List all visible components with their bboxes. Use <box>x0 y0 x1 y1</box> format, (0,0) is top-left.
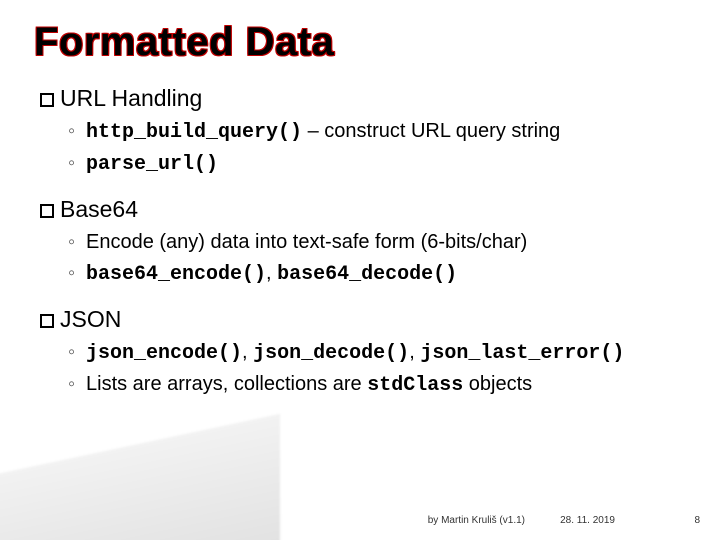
code-token: json_encode() <box>86 342 242 365</box>
footer-credit: by Martin Kruliš (v1.1) <box>428 515 525 526</box>
list-item: base64_encode(), base64_decode() <box>68 258 686 290</box>
list-item: Encode (any) data into text-safe form (6… <box>68 227 686 258</box>
code-token: http_build_query() <box>86 121 302 144</box>
code-token: json_last_error() <box>420 342 624 365</box>
code-token: base64_encode() <box>86 263 266 286</box>
text: – construct URL query string <box>302 120 560 142</box>
list-item: Lists are arrays, collections are stdCla… <box>68 369 686 401</box>
code-token: parse_url() <box>86 153 218 176</box>
code-token: base64_decode() <box>277 263 457 286</box>
bullet-box-icon <box>40 93 54 107</box>
section-json-list: json_encode(), json_decode(), json_last_… <box>34 337 686 401</box>
section-json-heading: JSON <box>40 304 686 335</box>
section-label: URL Handling <box>60 85 202 111</box>
bullet-box-icon <box>40 204 54 218</box>
list-item: parse_url() <box>68 148 686 180</box>
text: , <box>242 341 253 363</box>
section-base64-list: Encode (any) data into text-safe form (6… <box>34 227 686 290</box>
bullet-box-icon <box>40 314 54 328</box>
text: Encode (any) data into text-safe form (6… <box>86 231 527 253</box>
section-label: Base64 <box>60 196 138 222</box>
section-url-list: http_build_query() – construct URL query… <box>34 116 686 180</box>
decorative-wedge <box>0 414 280 540</box>
text: , <box>409 341 420 363</box>
list-item: http_build_query() – construct URL query… <box>68 116 686 148</box>
text: Lists are arrays, collections are <box>86 373 367 395</box>
text: objects <box>463 373 532 395</box>
footer-page-number: 8 <box>694 515 700 526</box>
section-url-heading: URL Handling <box>40 83 686 114</box>
slide-title: Formatted Data <box>34 20 686 65</box>
slide: Formatted Data URL Handling http_build_q… <box>0 0 720 540</box>
code-token: json_decode() <box>253 342 409 365</box>
section-base64-heading: Base64 <box>40 194 686 225</box>
section-label: JSON <box>60 306 121 332</box>
code-token: stdClass <box>367 374 463 397</box>
text: , <box>266 262 277 284</box>
footer-date: 28. 11. 2019 <box>560 515 615 526</box>
list-item: json_encode(), json_decode(), json_last_… <box>68 337 686 369</box>
